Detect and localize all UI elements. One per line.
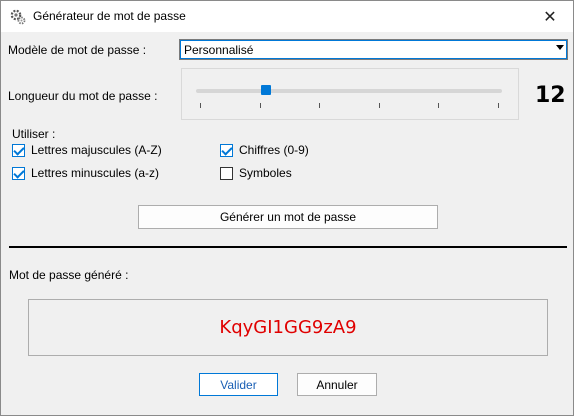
uppercase-label: Lettres majuscules (A-Z) [31, 143, 162, 157]
lowercase-option[interactable]: Lettres minuscules (a-z) [12, 165, 159, 181]
lowercase-label: Lettres minuscules (a-z) [31, 166, 160, 180]
template-label: Modèle de mot de passe : [8, 43, 147, 57]
chevron-down-icon [556, 45, 564, 50]
uppercase-option[interactable]: Lettres majuscules (A-Z) [12, 142, 162, 158]
slider-tick [200, 103, 201, 108]
slider-thumb[interactable] [261, 85, 272, 95]
title-bar[interactable]: Générateur de mot de passe ✕ [1, 1, 573, 32]
slider-tick [498, 103, 499, 108]
slider-tick [438, 103, 440, 108]
password-display: KqyGI1GG9zA9 [28, 299, 548, 356]
length-value: 12 [535, 83, 566, 108]
generated-password: KqyGI1GG9zA9 [219, 317, 357, 338]
symbols-label: Symboles [239, 166, 292, 180]
close-button[interactable]: ✕ [527, 1, 573, 32]
cancel-button[interactable]: Annuler [297, 373, 377, 396]
symbols-option[interactable]: Symboles [220, 165, 292, 181]
lowercase-checkbox[interactable] [12, 166, 25, 180]
slider-tick [378, 103, 380, 108]
length-slider[interactable] [181, 68, 519, 120]
digits-checkbox[interactable] [220, 143, 233, 157]
template-selected-value: Personnalisé [184, 43, 254, 57]
ok-button[interactable]: Valider [199, 373, 278, 396]
result-label: Mot de passe généré : [9, 268, 129, 282]
template-dropdown[interactable]: Personnalisé [179, 39, 568, 60]
digits-option[interactable]: Chiffres (0-9) [220, 142, 309, 158]
digits-label: Chiffres (0-9) [239, 143, 309, 157]
uppercase-checkbox[interactable] [12, 143, 25, 157]
generate-password-button[interactable]: Générer un mot de passe [138, 205, 438, 229]
password-generator-dialog: Générateur de mot de passe ✕ Modèle de m… [0, 0, 574, 416]
slider-tick [259, 103, 261, 108]
slider-track[interactable] [196, 89, 502, 93]
window-title: Générateur de mot de passe [33, 9, 186, 23]
close-icon: ✕ [543, 8, 557, 26]
symbols-checkbox[interactable] [220, 166, 233, 180]
length-label: Longueur du mot de passe : [8, 89, 158, 103]
slider-tick [319, 103, 321, 108]
gear-icon [10, 9, 26, 25]
options-label: Utiliser : [12, 127, 56, 141]
divider [9, 246, 567, 248]
